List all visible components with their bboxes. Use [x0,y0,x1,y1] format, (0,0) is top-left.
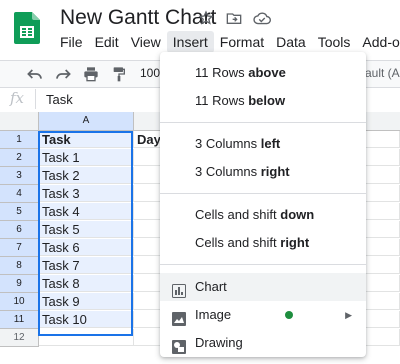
menu-item-label: 3 Columns [195,136,261,151]
star-icon[interactable] [197,9,215,27]
row-header[interactable]: 6 [0,221,39,239]
submenu-arrow-icon: ▶ [345,310,352,320]
menu-view[interactable]: View [125,31,167,53]
cell-a[interactable]: Task 4 [39,203,134,220]
cell-a[interactable]: Task 2 [39,167,134,184]
menu-separator [160,264,366,265]
chart-icon [172,280,186,298]
select-all-corner[interactable] [0,112,39,131]
zoom-level[interactable]: 100 [140,66,160,80]
menu-data[interactable]: Data [270,31,312,53]
menu-item-label: 11 Rows [195,65,249,80]
cell-a[interactable]: Task 9 [39,293,134,310]
menu-item-label: Image [195,307,232,322]
menu-edit[interactable]: Edit [89,31,125,53]
cell-a[interactable]: Task 8 [39,275,134,292]
row-header[interactable]: 9 [0,275,39,293]
menu-item-label: Cells and shift [195,235,281,250]
menu-item-emphasis: right [280,235,310,250]
insert-rows-above[interactable]: 11 Rows above [160,59,366,87]
row-header[interactable]: 2 [0,149,39,167]
menu-separator [160,193,366,194]
menu-item-emphasis: left [260,136,281,151]
insert-image[interactable]: Image ▶ [160,301,366,329]
image-icon [172,308,186,326]
row-header[interactable]: 8 [0,257,39,275]
row-header[interactable]: 10 [0,293,39,311]
menu-file[interactable]: File [54,31,89,53]
row-header[interactable]: 11 [0,311,39,329]
menu-format[interactable]: Format [214,31,270,53]
cell-a[interactable] [39,329,134,346]
column-header-a[interactable]: A [39,112,134,131]
undo-icon[interactable] [26,65,44,83]
insert-columns-left[interactable]: 3 Columns left [160,130,366,158]
menu-bar: File Edit View Insert Format Data Tools … [54,31,400,53]
menu-item-emphasis: down [280,207,315,222]
row-header[interactable]: 7 [0,239,39,257]
cell-a[interactable]: Task 3 [39,185,134,202]
menu-item-label: Chart [195,279,227,294]
formula-divider [35,89,36,109]
row-header[interactable]: 12 [0,329,39,347]
print-icon[interactable] [82,65,100,83]
row-header[interactable]: 4 [0,185,39,203]
title-actions [197,9,271,27]
insert-drawing[interactable]: Drawing [160,329,366,357]
insert-columns-right[interactable]: 3 Columns right [160,158,366,186]
formula-input[interactable]: Task [46,92,73,107]
menu-item-label: 11 Rows [195,93,249,108]
menu-separator [160,122,366,123]
cell-a[interactable]: Task 5 [39,221,134,238]
redo-icon[interactable] [54,65,72,83]
menu-item-emphasis: above [248,65,286,80]
cell-a[interactable]: Task 1 [39,149,134,166]
menu-insert[interactable]: Insert [166,31,214,53]
row-header[interactable]: 3 [0,167,39,185]
menu-item-label: 3 Columns [195,164,261,179]
document-title[interactable]: New Gantt Chart [60,6,216,30]
menu-item-label: Cells and shift [195,207,281,222]
cell-a[interactable]: Task 7 [39,257,134,274]
cloud-saved-icon[interactable] [253,9,271,27]
function-icon: fx [10,89,25,107]
row-header[interactable]: 5 [0,203,39,221]
menu-tools[interactable]: Tools [312,31,357,53]
insert-chart[interactable]: Chart [160,273,366,301]
cell-a[interactable]: Task [39,131,134,148]
cell-a[interactable]: Task 10 [39,311,134,328]
row-header[interactable]: 1 [0,131,39,149]
menu-item-emphasis: right [260,164,290,179]
sheets-logo-icon[interactable] [14,12,40,44]
insert-rows-below[interactable]: 11 Rows below [160,87,366,115]
menu-item-label: Drawing [195,335,243,350]
move-to-folder-icon[interactable] [225,9,243,27]
cell-a[interactable]: Task 6 [39,239,134,256]
menu-add-ons[interactable]: Add-ons [356,31,400,53]
paint-format-icon[interactable] [110,65,128,83]
insert-cells-shift-down[interactable]: Cells and shift down [160,201,366,229]
font-selector[interactable]: ault (Ari [365,66,400,80]
drawing-icon [172,336,186,354]
insert-cells-shift-right[interactable]: Cells and shift right [160,229,366,257]
menu-item-emphasis: below [248,93,286,108]
toolbar-icons [26,65,128,83]
status-dot [285,311,293,319]
